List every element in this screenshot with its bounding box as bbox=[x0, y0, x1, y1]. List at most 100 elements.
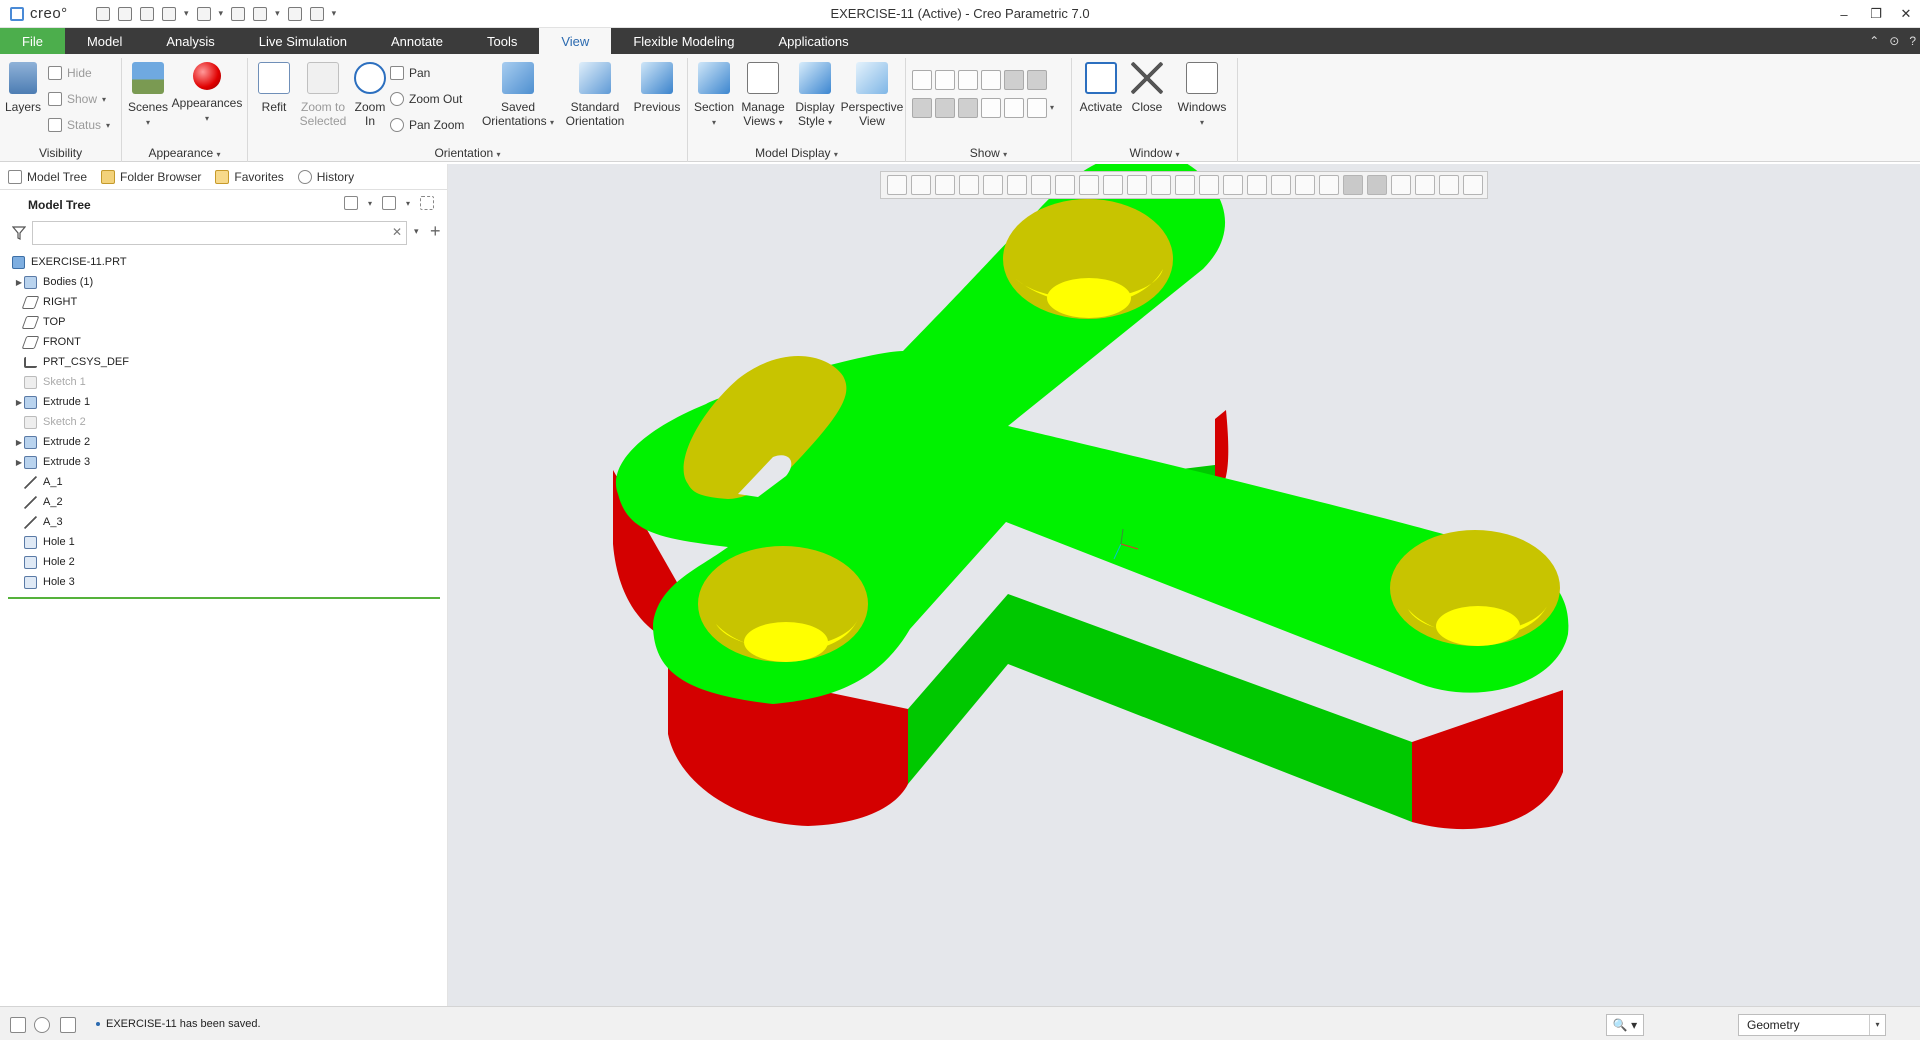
filter-funnel-icon[interactable] bbox=[12, 226, 26, 240]
tree-node[interactable]: FRONT bbox=[14, 332, 81, 352]
scenes-button[interactable]: Scenes ▾ bbox=[126, 62, 170, 130]
appearance-icon[interactable] bbox=[1151, 175, 1171, 195]
annotations-icon[interactable] bbox=[1295, 175, 1315, 195]
tree-node[interactable]: Hole 1 bbox=[14, 532, 75, 552]
datum-planes-icon[interactable] bbox=[1175, 175, 1195, 195]
display-style-icon[interactable] bbox=[1055, 175, 1075, 195]
zoom-in-icon[interactable] bbox=[911, 175, 931, 195]
erase-icon[interactable] bbox=[309, 6, 324, 21]
display-style-button[interactable]: Display Style ▾ bbox=[790, 62, 840, 130]
tab-view[interactable]: View bbox=[539, 28, 612, 54]
tree-node[interactable]: PRT_CSYS_DEF bbox=[14, 352, 129, 372]
navigator-toggle-icon[interactable] bbox=[10, 1017, 26, 1033]
tree-filter-icon[interactable] bbox=[420, 196, 434, 210]
datum-points-icon[interactable] bbox=[1223, 175, 1243, 195]
graphics-area[interactable] bbox=[448, 151, 1920, 1006]
hide-button[interactable]: Hide bbox=[48, 64, 92, 82]
simulation-icon[interactable] bbox=[1415, 175, 1435, 195]
csys-icon[interactable] bbox=[1247, 175, 1267, 195]
selection-filter-select[interactable]: Geometry ▾ bbox=[1738, 1014, 1886, 1036]
tree-node[interactable]: Hole 2 bbox=[14, 552, 75, 572]
tree-node[interactable]: ▶ Extrude 1 bbox=[14, 392, 90, 412]
axis-display-icon[interactable] bbox=[935, 70, 955, 90]
spin-center-icon[interactable] bbox=[1004, 70, 1024, 90]
pin-icon[interactable]: ⊙ bbox=[1889, 34, 1899, 48]
tab-analysis[interactable]: Analysis bbox=[144, 28, 236, 54]
saved-orientations-button[interactable]: Saved Orientations ▾ bbox=[476, 62, 560, 130]
regenerate-icon[interactable] bbox=[231, 6, 246, 21]
tree-node[interactable]: EXERCISE-11.PRT bbox=[12, 252, 127, 272]
search-options-dropdown-icon[interactable]: ▾ bbox=[414, 226, 419, 237]
group-label-show[interactable]: Show ▾ bbox=[906, 146, 1071, 160]
tree-node[interactable]: A_2 bbox=[14, 492, 63, 512]
tab-tools[interactable]: Tools bbox=[465, 28, 539, 54]
plane-tags-icon[interactable] bbox=[1343, 175, 1363, 195]
tree-node[interactable]: RIGHT bbox=[14, 292, 77, 312]
insert-here-marker[interactable] bbox=[8, 597, 440, 599]
expand-arrow-icon[interactable]: ▶ bbox=[14, 278, 24, 287]
previous-orientation-button[interactable]: Previous bbox=[630, 62, 684, 114]
standard-orientation-button[interactable]: Standard Orientation bbox=[560, 62, 630, 128]
manage-views-button[interactable]: Manage Views ▾ bbox=[738, 62, 788, 130]
group-label-model-display[interactable]: Model Display ▾ bbox=[688, 146, 905, 160]
spin-center-icon[interactable] bbox=[983, 175, 1003, 195]
tree-node[interactable]: TOP bbox=[14, 312, 65, 332]
windows-dropdown-icon[interactable]: ▾ bbox=[275, 8, 280, 19]
perspective-view-button[interactable]: Perspective View bbox=[840, 62, 904, 128]
customize-qat-icon[interactable]: ▾ bbox=[332, 8, 337, 19]
nav-tab-history[interactable]: History bbox=[297, 169, 354, 184]
find-button[interactable]: 🔍 ▾ bbox=[1606, 1014, 1644, 1036]
new-file-icon[interactable] bbox=[96, 6, 110, 21]
close-button[interactable]: ✕ bbox=[1892, 0, 1920, 28]
group-label-orientation[interactable]: Orientation ▾ bbox=[248, 146, 687, 160]
model-display-icon[interactable] bbox=[1319, 175, 1339, 195]
csys-tag-icon[interactable] bbox=[981, 98, 1001, 118]
show-more-dropdown-icon[interactable]: ▾ bbox=[1050, 98, 1054, 118]
saved-orientations-icon[interactable] bbox=[1031, 175, 1051, 195]
section-button[interactable]: Section ▾ bbox=[692, 62, 736, 130]
minimize-button[interactable]: – bbox=[1830, 0, 1858, 28]
plane-tag-icon[interactable] bbox=[912, 98, 932, 118]
plane-display-icon[interactable] bbox=[912, 70, 932, 90]
axis-tags-icon[interactable] bbox=[1367, 175, 1387, 195]
tab-flexible-modeling[interactable]: Flexible Modeling bbox=[611, 28, 756, 54]
layers-button[interactable]: Layers bbox=[4, 62, 42, 114]
zoom-to-selected-button[interactable]: Zoom to Selected bbox=[296, 62, 350, 128]
pause-icon[interactable] bbox=[1439, 175, 1459, 195]
windows-button[interactable]: Windows ▾ bbox=[1172, 62, 1232, 130]
zoom-out-button[interactable]: Zoom Out bbox=[390, 90, 462, 108]
close-window-icon[interactable] bbox=[287, 6, 302, 21]
view-manager-icon[interactable] bbox=[1127, 175, 1147, 195]
redo-dropdown-icon[interactable]: ▾ bbox=[219, 8, 224, 19]
part-model[interactable] bbox=[448, 151, 1920, 1006]
minimize-ribbon-icon[interactable]: ⌃ bbox=[1869, 34, 1879, 48]
axis-tag-icon[interactable] bbox=[935, 98, 955, 118]
group-label-appearance[interactable]: Appearance ▾ bbox=[122, 146, 247, 160]
repaint-icon[interactable] bbox=[959, 175, 979, 195]
status-button[interactable]: Status ▾ bbox=[48, 116, 110, 134]
close-window-button[interactable]: Close bbox=[1126, 62, 1168, 114]
point-display-icon[interactable] bbox=[958, 70, 978, 90]
point-tags-icon[interactable] bbox=[1391, 175, 1411, 195]
group-label-window[interactable]: Window ▾ bbox=[1072, 146, 1237, 160]
tab-applications[interactable]: Applications bbox=[756, 28, 870, 54]
zoom-in-button[interactable]: Zoom In bbox=[350, 62, 390, 128]
tab-model[interactable]: Model bbox=[65, 28, 144, 54]
windows-icon[interactable] bbox=[253, 6, 268, 21]
activate-button[interactable]: Activate bbox=[1076, 62, 1126, 114]
point-tag-icon[interactable] bbox=[958, 98, 978, 118]
open-file-icon[interactable] bbox=[118, 6, 132, 21]
sketch-display-icon[interactable] bbox=[1027, 98, 1047, 118]
flip-icon[interactable] bbox=[1463, 175, 1483, 195]
add-filter-icon[interactable]: + bbox=[430, 221, 441, 242]
full-screen-icon[interactable] bbox=[60, 1017, 76, 1033]
refit-icon[interactable] bbox=[887, 175, 907, 195]
dimension-display-icon[interactable] bbox=[1004, 98, 1024, 118]
spin-icon[interactable] bbox=[1271, 175, 1291, 195]
refit-button[interactable]: Refit bbox=[252, 62, 296, 114]
tree-node[interactable]: ▶ Extrude 2 bbox=[14, 432, 90, 452]
nav-tab-folder-browser[interactable]: Folder Browser bbox=[101, 169, 201, 184]
tree-node[interactable]: ▶ Extrude 3 bbox=[14, 452, 90, 472]
tab-annotate[interactable]: Annotate bbox=[369, 28, 465, 54]
tree-columns-dropdown-icon[interactable]: ▾ bbox=[406, 199, 410, 208]
